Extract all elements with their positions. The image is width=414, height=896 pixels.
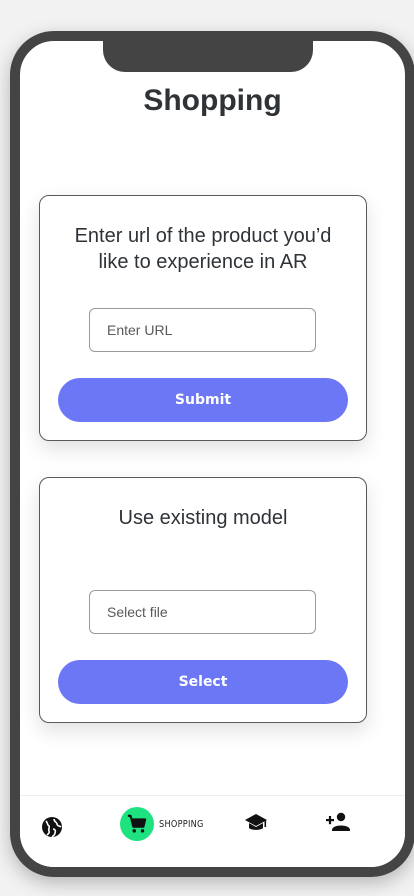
- bottom-navigation: SHOPPING: [20, 795, 405, 867]
- model-card: Use existing model Select file Select: [39, 477, 367, 723]
- url-card: Enter url of the product you’d like to e…: [39, 195, 367, 441]
- shopping-cart-icon: [127, 814, 147, 833]
- url-input[interactable]: Enter URL: [89, 308, 316, 352]
- nav-item-shopping[interactable]: SHOPPING: [120, 807, 213, 841]
- model-card-prompt: Use existing model: [118, 507, 288, 529]
- url-card-prompt: Enter url of the product you’d like to e…: [74, 225, 332, 273]
- nav-item-add-user[interactable]: [325, 810, 351, 834]
- nav-item-label: SHOPPING: [159, 818, 204, 830]
- page-title: Shopping: [143, 84, 282, 117]
- phone-frame: Shopping Enter url of the product you’d …: [10, 31, 414, 877]
- nav-item-education[interactable]: [244, 811, 268, 835]
- submit-button[interactable]: Submit: [58, 378, 348, 422]
- nav-item-globe[interactable]: [40, 815, 64, 839]
- select-button[interactable]: Select: [58, 660, 348, 704]
- active-indicator: [120, 807, 154, 841]
- file-select-input[interactable]: Select file: [89, 590, 316, 634]
- device-notch: [103, 41, 313, 72]
- globe-icon: [42, 817, 62, 838]
- add-person-icon: [326, 812, 350, 831]
- graduation-cap-icon: [245, 814, 267, 830]
